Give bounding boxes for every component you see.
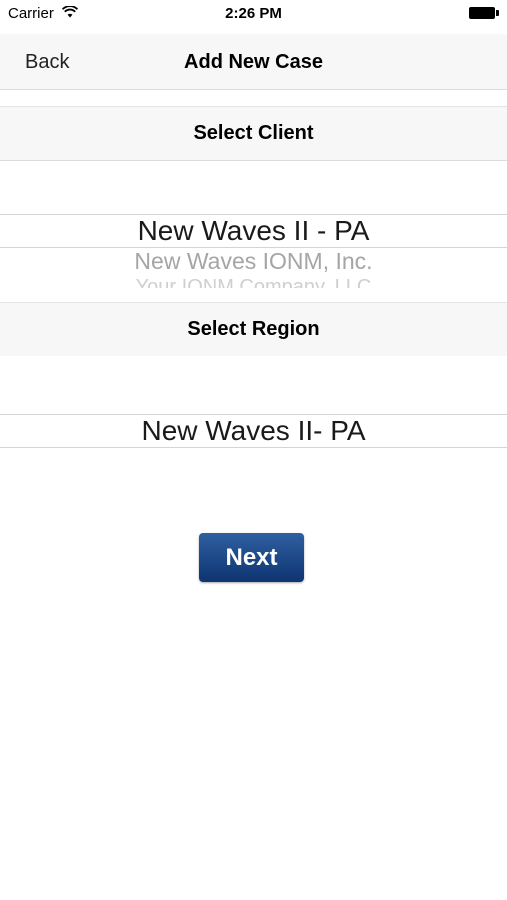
region-picker[interactable]: New Waves II- PA <box>0 356 507 466</box>
client-option-selected[interactable]: New Waves II - PA <box>0 215 507 247</box>
status-bar: Carrier 2:26 PM <box>0 0 507 30</box>
select-region-header: Select Region <box>0 302 507 357</box>
navigation-bar: Back Add New Case <box>0 34 507 90</box>
select-client-header: Select Client <box>0 106 507 161</box>
next-button[interactable]: Next <box>199 533 304 582</box>
picker-divider <box>0 447 507 448</box>
client-picker[interactable]: New Waves II - PA New Waves IONM, Inc. Y… <box>0 162 507 288</box>
client-option[interactable]: Your IONM Company, LLC <box>0 276 507 288</box>
client-option[interactable]: New Waves IONM, Inc. <box>0 248 507 275</box>
page-title: Add New Case <box>184 51 323 73</box>
battery-icon <box>469 7 499 19</box>
clock: 2:26 PM <box>225 5 282 22</box>
region-option-selected[interactable]: New Waves II- PA <box>0 415 507 447</box>
